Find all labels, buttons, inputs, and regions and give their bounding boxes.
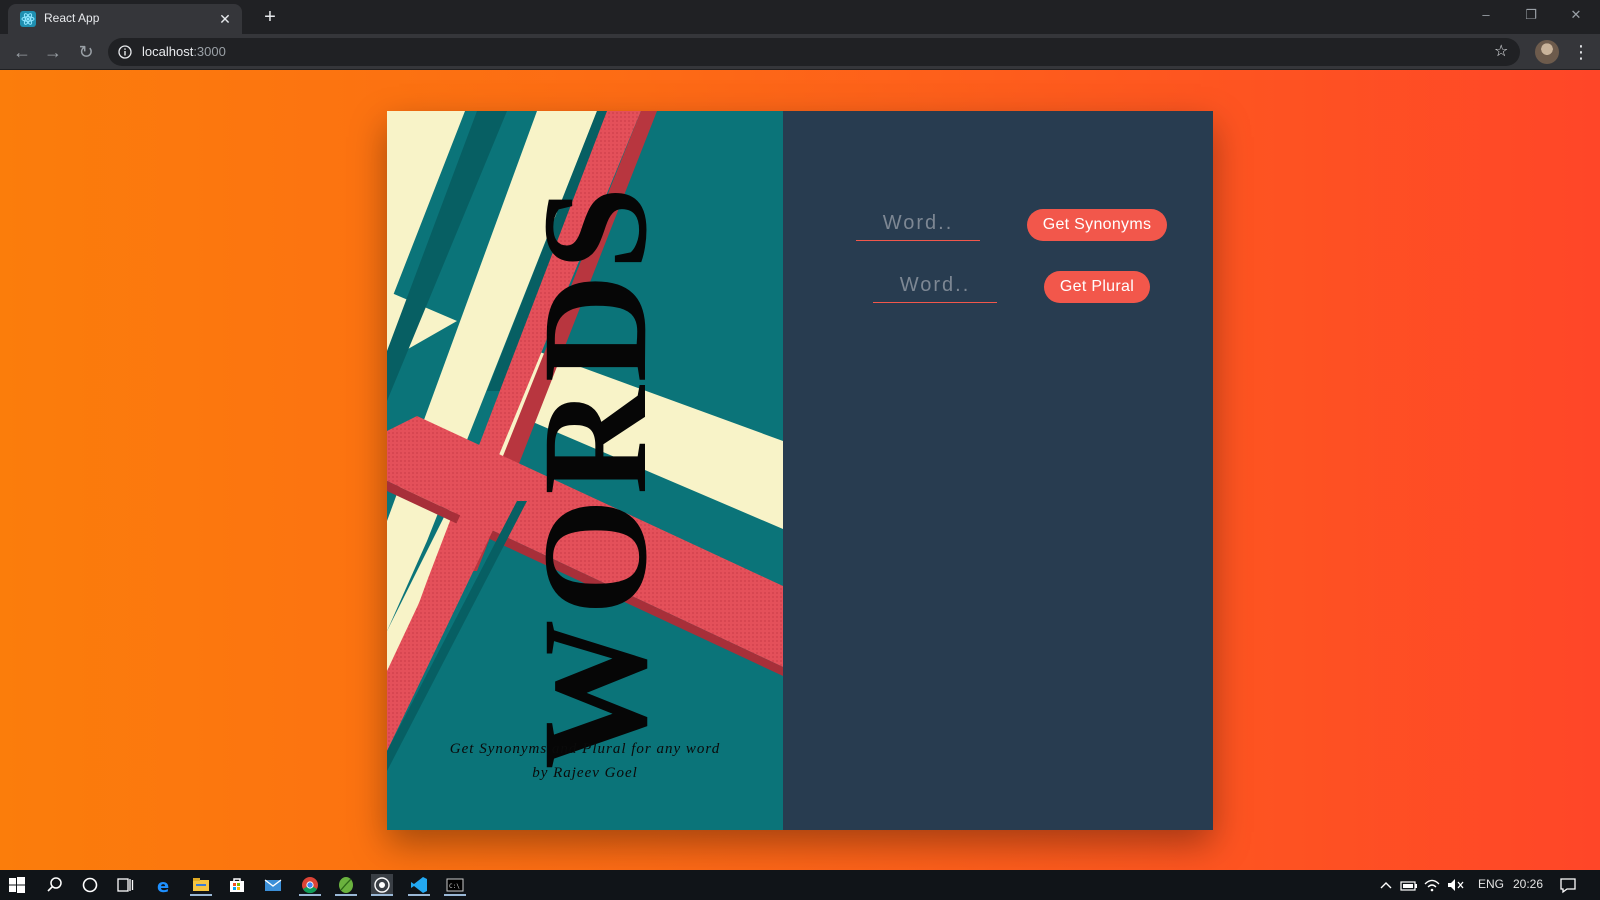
tagline-text: Get Synonyms and Plural for any word bbox=[449, 741, 721, 757]
form-panel: Get Synonyms Get Plural bbox=[783, 111, 1213, 830]
browser-toolbar: ← → ↻ localhost:3000 ☆ bbox=[0, 34, 1600, 70]
edge-browser-icon[interactable]: e bbox=[153, 874, 175, 897]
task-view-icon[interactable] bbox=[114, 874, 136, 896]
svg-text:C:\: C:\ bbox=[449, 883, 460, 890]
search-icon[interactable] bbox=[44, 874, 66, 896]
file-explorer-icon[interactable] bbox=[190, 874, 212, 896]
windows-start-icon[interactable] bbox=[6, 874, 28, 896]
chrome-icon[interactable] bbox=[299, 874, 321, 896]
back-icon[interactable]: ← bbox=[10, 40, 34, 64]
url-port: :3000 bbox=[193, 44, 226, 59]
page-background: WORDS Get Synonyms and Plural for any wo… bbox=[0, 70, 1600, 870]
svg-text:e: e bbox=[157, 876, 169, 896]
browser-tab[interactable]: React App ✕ bbox=[8, 4, 242, 34]
app-card: WORDS Get Synonyms and Plural for any wo… bbox=[387, 111, 1213, 830]
vscode-icon[interactable] bbox=[408, 874, 430, 896]
plural-row: Get Plural bbox=[783, 269, 1213, 309]
profile-avatar[interactable] bbox=[1535, 40, 1559, 64]
cover-art: WORDS Get Synonyms and Plural for any wo… bbox=[387, 111, 783, 830]
minimize-icon[interactable]: – bbox=[1470, 4, 1502, 26]
volume-muted-icon[interactable] bbox=[1444, 874, 1466, 896]
bookmark-star-icon[interactable]: ☆ bbox=[1494, 43, 1512, 61]
terminal-icon[interactable]: C:\ bbox=[444, 874, 466, 896]
tab-title: React App bbox=[44, 11, 100, 25]
tray-chevron-icon[interactable] bbox=[1375, 874, 1397, 896]
app-leaf-icon[interactable] bbox=[335, 874, 357, 896]
synonyms-row: Get Synonyms bbox=[783, 207, 1213, 247]
tab-strip: React App ✕ + – ❐ ✕ bbox=[0, 0, 1600, 34]
mail-icon[interactable] bbox=[262, 874, 284, 896]
notifications-icon[interactable] bbox=[1557, 874, 1579, 896]
site-info-icon[interactable] bbox=[118, 45, 132, 59]
url-text: localhost:3000 bbox=[142, 44, 226, 59]
get-plural-button[interactable]: Get Plural bbox=[1044, 271, 1150, 303]
url-host: localhost bbox=[142, 44, 194, 59]
browser-menu-icon[interactable]: ⋮ bbox=[1572, 40, 1590, 64]
reload-icon[interactable]: ↻ bbox=[74, 40, 98, 64]
close-window-icon[interactable]: ✕ bbox=[1560, 4, 1592, 26]
react-logo-icon bbox=[20, 11, 36, 27]
close-tab-icon[interactable]: ✕ bbox=[216, 10, 234, 28]
plural-word-input[interactable] bbox=[873, 269, 997, 303]
forward-icon[interactable]: → bbox=[41, 40, 65, 64]
game-controller-icon[interactable] bbox=[371, 874, 393, 896]
cortana-icon[interactable] bbox=[79, 874, 101, 896]
cover-tagline: Get Synonyms and Plural for any word by … bbox=[387, 737, 783, 785]
wifi-icon[interactable] bbox=[1421, 874, 1443, 896]
address-bar[interactable]: localhost:3000 ☆ bbox=[108, 38, 1520, 66]
clock[interactable]: 20:26 bbox=[1513, 877, 1543, 891]
taskbar: e C:\ ENG 20:26 bbox=[0, 870, 1600, 900]
author-text: by Rajeev Goel bbox=[532, 765, 638, 781]
language-indicator[interactable]: ENG bbox=[1478, 877, 1504, 891]
restore-icon[interactable]: ❐ bbox=[1515, 4, 1547, 26]
store-icon[interactable] bbox=[226, 874, 248, 896]
cover-title: WORDS bbox=[512, 182, 678, 770]
new-tab-button[interactable]: + bbox=[258, 6, 282, 30]
get-synonyms-button[interactable]: Get Synonyms bbox=[1027, 209, 1167, 241]
battery-icon[interactable] bbox=[1398, 874, 1420, 896]
synonyms-word-input[interactable] bbox=[856, 207, 980, 241]
